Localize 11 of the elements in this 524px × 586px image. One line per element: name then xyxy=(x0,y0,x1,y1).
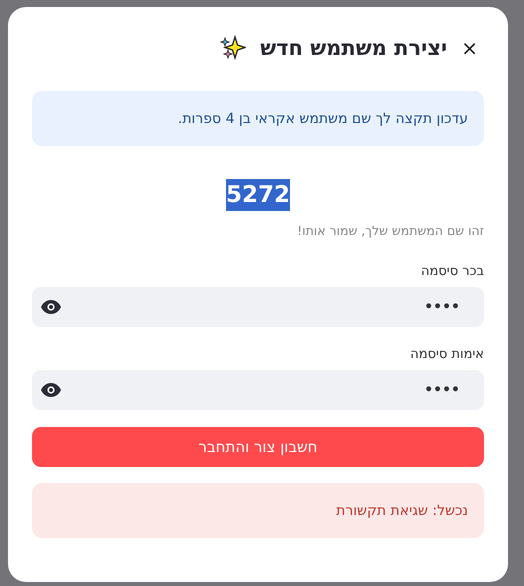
dialog-title: יצירת משתמש חדש xyxy=(260,36,448,60)
field-label: אימות סיסמה xyxy=(409,347,484,362)
field-label: בכר סיסמה xyxy=(420,264,484,279)
error-message: נכשל: שגיאת תקשורת xyxy=(32,483,484,538)
info-message: עדכון תקצה לך שם משתמש אקראי בן 4 ספרות. xyxy=(32,91,484,146)
password-field[interactable]: •••• xyxy=(32,287,484,327)
password-field[interactable]: •••• xyxy=(32,370,484,410)
username-hint: זהו שם המשתמש שלך, שמור אותו! xyxy=(296,223,484,238)
username: 5272 xyxy=(226,179,290,211)
close-button[interactable]: × xyxy=(461,38,478,58)
sparkles-icon xyxy=(220,35,246,61)
